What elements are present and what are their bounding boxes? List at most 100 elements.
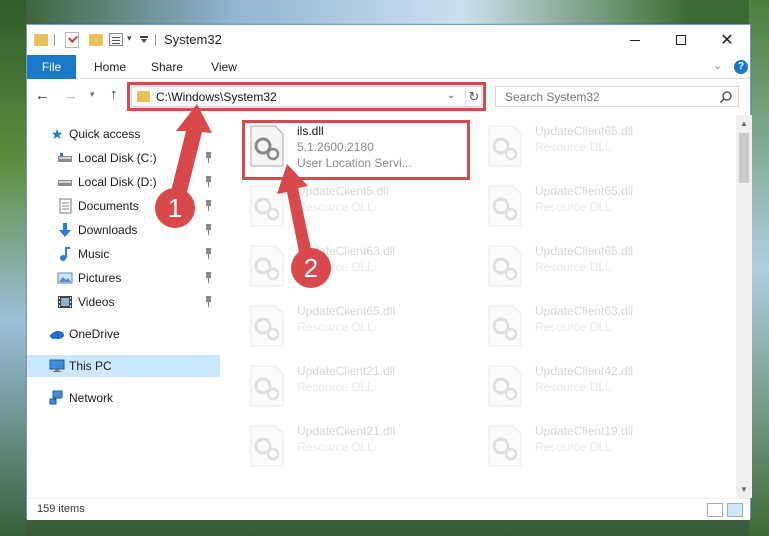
file-item[interactable]: UpdateClient65.dll Resource DLL — [485, 240, 705, 298]
scroll-up-icon[interactable]: ▲ — [740, 119, 748, 128]
file-item[interactable]: UpdateClient5.dll Resource DLL — [247, 180, 467, 238]
file-item[interactable]: UpdateClient63.dll Resource DLL — [247, 240, 467, 298]
file-item[interactable]: UpdateClient65.dll Resource DLL — [485, 120, 705, 178]
sidebar-item-local-disk-d[interactable]: Local Disk (D:) — [27, 171, 220, 193]
properties-icon[interactable] — [109, 33, 123, 46]
sidebar-item-videos[interactable]: Videos — [27, 291, 220, 313]
drive-icon — [58, 153, 72, 162]
scroll-down-icon[interactable]: ▼ — [740, 485, 748, 494]
file-name: UpdateClient65.dll — [535, 244, 634, 258]
dll-file-icon — [488, 305, 522, 347]
ribbon-tabs: File Home Share View ⌄ ? — [27, 55, 750, 79]
title-bar: ▾ System32 ✕ — [27, 25, 750, 55]
cloud-icon — [50, 331, 64, 339]
dll-file-icon — [488, 425, 522, 467]
minimize-button[interactable] — [612, 25, 658, 55]
sidebar-item-label: Local Disk (D:) — [78, 175, 157, 189]
pin-icon[interactable] — [204, 176, 213, 187]
details-view-icon[interactable] — [707, 503, 723, 517]
music-icon — [60, 247, 70, 261]
sidebar-item-quick-access[interactable]: ★ Quick access — [27, 123, 220, 145]
pictures-icon — [57, 272, 73, 284]
file-explorer-window: ▾ System32 ✕ File Home Share View ⌄ ? ← … — [26, 24, 752, 520]
file-item[interactable]: UpdateClient21.dll Resource DLL — [247, 360, 467, 418]
search-icon[interactable] — [719, 90, 733, 104]
close-icon: ✕ — [720, 30, 734, 49]
computer-icon — [49, 359, 65, 372]
status-bar: 159 items — [27, 498, 750, 520]
file-item[interactable]: UpdateClient19.dll Resource DLL — [485, 420, 705, 478]
dll-file-icon — [488, 125, 522, 167]
file-item[interactable]: UpdateClient63.dll Resource DLL — [485, 300, 705, 358]
file-item[interactable]: UpdateClient65.dll Resource DLL — [247, 300, 467, 358]
properties-check-icon[interactable] — [65, 32, 79, 48]
tab-file[interactable]: File — [27, 55, 76, 79]
customize-toolbar-icon[interactable]: ▾ — [127, 33, 137, 49]
file-type: Resource DLL — [297, 200, 374, 214]
file-type: Resource DLL — [535, 440, 612, 454]
file-name: UpdateClient65.dll — [297, 304, 396, 318]
back-arrow-icon[interactable]: ← — [35, 88, 51, 104]
wallpaper-right — [749, 0, 769, 536]
maximize-icon — [676, 35, 686, 45]
file-name: UpdateClient65.dll — [535, 124, 634, 138]
sidebar-item-label: Local Disk (C:) — [78, 151, 157, 165]
file-name: UpdateClient21.dll — [297, 364, 396, 378]
sidebar-item-this-pc[interactable]: This PC — [27, 355, 220, 377]
step-badge-1: 1 — [155, 188, 195, 228]
dll-file-icon — [250, 365, 284, 407]
recent-locations-icon[interactable]: ▾ — [90, 89, 95, 100]
toolbar-separator — [54, 34, 55, 46]
pin-icon[interactable] — [204, 224, 213, 235]
file-item[interactable]: UpdateClient65.dll Resource DLL — [485, 180, 705, 238]
vertical-scrollbar[interactable]: ▲ ▼ — [736, 115, 752, 498]
tab-share[interactable]: Share — [142, 55, 192, 79]
sidebar-item-label: Network — [69, 391, 114, 405]
sidebar-item-downloads[interactable]: Downloads — [27, 219, 220, 241]
dll-file-icon — [488, 185, 522, 227]
videos-icon — [58, 296, 72, 308]
file-name: UpdateClient65.dll — [535, 184, 634, 198]
file-item[interactable]: UpdateClient21.dll Resource DLL — [247, 420, 467, 478]
pin-icon[interactable] — [204, 200, 213, 211]
drive-icon — [58, 180, 72, 186]
expand-ribbon-icon[interactable]: ⌄ — [713, 59, 722, 72]
sidebar-item-label: Downloads — [78, 223, 138, 237]
sidebar-item-local-disk-c[interactable]: Local Disk (C:) — [27, 147, 220, 169]
navigation-bar: ← → ▾ ↑ C:\Windows\System32 ⌄ ↻ Search S… — [27, 79, 750, 115]
file-item[interactable]: UpdateClient42.dll Resource DLL — [485, 360, 705, 418]
sidebar-item-label: This PC — [69, 359, 112, 373]
minimize-icon — [630, 39, 640, 41]
sidebar-item-network[interactable]: Network — [27, 387, 220, 409]
up-arrow-icon[interactable]: ↑ — [110, 87, 126, 103]
pin-icon[interactable] — [204, 152, 213, 163]
file-type: Resource DLL — [535, 200, 612, 214]
file-highlight-box — [242, 120, 470, 180]
pin-icon[interactable] — [204, 272, 213, 283]
file-type: Resource DLL — [297, 380, 374, 394]
sidebar-item-music[interactable]: Music — [27, 243, 220, 265]
sidebar-item-label: Music — [78, 247, 110, 261]
pin-icon[interactable] — [204, 296, 213, 307]
toolbar-dropdown-icon[interactable] — [140, 36, 148, 43]
tab-view[interactable]: View — [199, 55, 249, 79]
scrollbar-thumb[interactable] — [739, 133, 749, 183]
close-button[interactable]: ✕ — [704, 25, 750, 55]
forward-arrow-icon[interactable]: → — [63, 88, 79, 104]
sidebar-item-pictures[interactable]: Pictures — [27, 267, 220, 289]
toolbar-separator — [155, 34, 156, 46]
file-name: UpdateClient42.dll — [535, 364, 634, 378]
maximize-button[interactable] — [658, 25, 704, 55]
help-icon[interactable]: ? — [734, 60, 748, 74]
file-name: UpdateClient5.dll — [297, 184, 389, 198]
large-icons-view-icon[interactable] — [727, 503, 743, 517]
sidebar-item-onedrive[interactable]: OneDrive — [27, 323, 220, 345]
step-badge-2: 2 — [291, 248, 331, 288]
new-folder-icon[interactable] — [89, 34, 103, 46]
wallpaper-top — [0, 0, 769, 24]
search-input[interactable]: Search System32 — [495, 86, 739, 107]
navigation-pane: ★ Quick access Local Disk (C:) Local Dis… — [27, 115, 220, 498]
sidebar-item-label: Pictures — [78, 271, 122, 285]
pin-icon[interactable] — [204, 248, 213, 259]
tab-home[interactable]: Home — [85, 55, 135, 79]
